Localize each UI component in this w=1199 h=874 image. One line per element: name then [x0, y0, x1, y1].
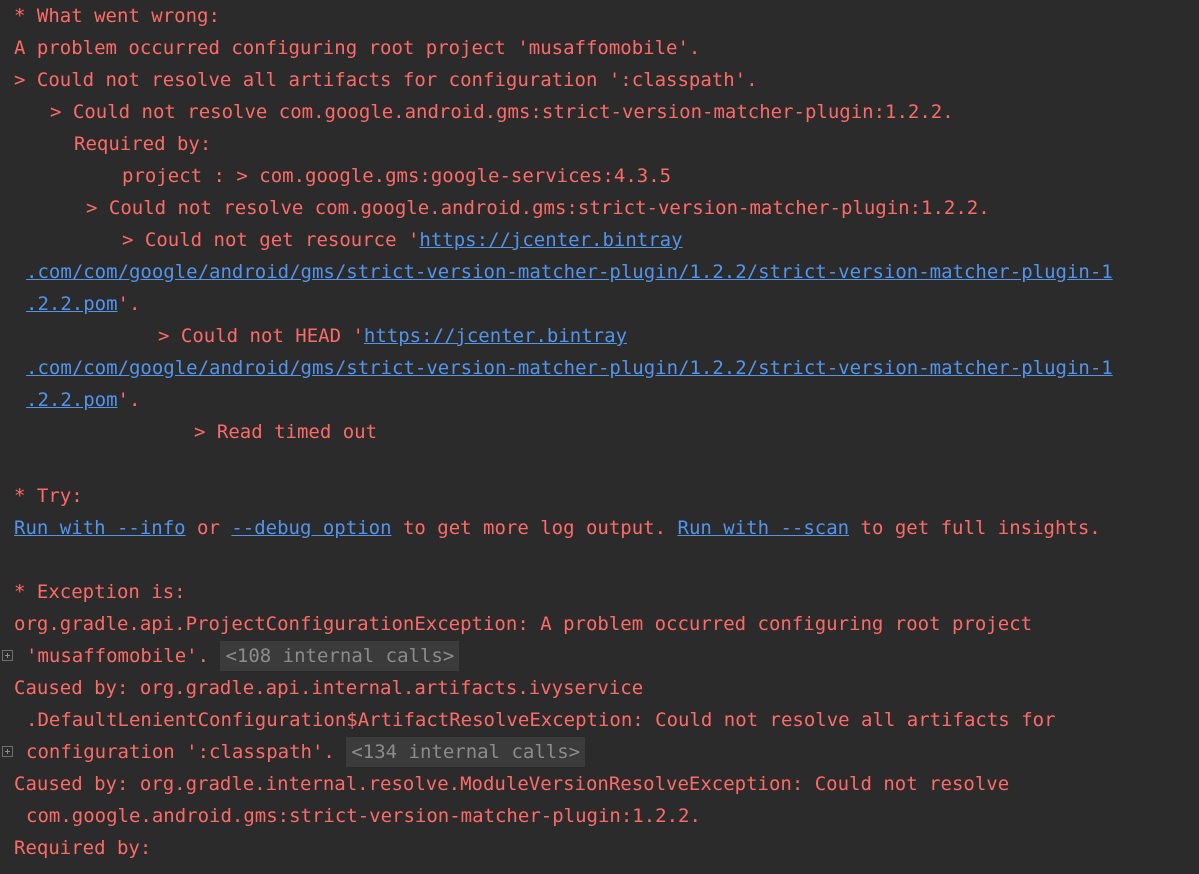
- head-url-end: .2.2.pom'.: [26, 384, 140, 416]
- project-dependency: project : > com.google.gms:google-servic…: [122, 165, 672, 187]
- caused-by-module-version: Caused by: org.gradle.internal.resolve.M…: [14, 773, 1010, 795]
- run-console-output[interactable]: * What went wrong: A problem occurred co…: [0, 0, 1199, 874]
- internal-calls-fold[interactable]: <108 internal calls>: [220, 641, 460, 671]
- required-by-label-2: Required by:: [14, 837, 152, 859]
- jcenter-head-link[interactable]: https://jcenter.bintray: [364, 325, 627, 347]
- run-with-info-link[interactable]: Run with --info: [14, 517, 186, 539]
- head-error: > Could not HEAD 'https://jcenter.bintra…: [158, 320, 627, 352]
- resolve-artifacts-error: > Could not resolve all artifacts for co…: [14, 69, 758, 91]
- get-resource-suffix: '.: [117, 293, 141, 315]
- debug-option-link[interactable]: --debug option: [231, 517, 391, 539]
- full-insights-text: to get full insights.: [849, 517, 1101, 539]
- expand-fold-icon[interactable]: [2, 746, 13, 757]
- problem-message: A problem occurred configuring root proj…: [14, 37, 701, 59]
- project-name-text: 'musaffomobile'.: [26, 645, 210, 667]
- expand-fold-icon[interactable]: [2, 650, 13, 661]
- more-log-text: to get more log output.: [391, 517, 678, 539]
- get-resource-url-end: .2.2.pom'.: [26, 288, 140, 320]
- get-resource-prefix: > Could not get resource ': [122, 229, 420, 251]
- exception-message-cont: 'musaffomobile'. <108 internal calls>: [26, 640, 460, 672]
- read-timed-out: > Read timed out: [194, 421, 378, 443]
- exception-message: org.gradle.api.ProjectConfigurationExcep…: [14, 613, 1033, 635]
- caused-by-ivyservice: Caused by: org.gradle.api.internal.artif…: [14, 677, 644, 699]
- exception-header: * Exception is:: [14, 581, 186, 603]
- or-text: or: [185, 517, 232, 539]
- caused-by-module-coordinates: com.google.android.gms:strict-version-ma…: [26, 805, 701, 827]
- jcenter-pom-link-end[interactable]: .2.2.pom: [26, 293, 118, 315]
- head-url-cont: .com/com/google/android/gms/strict-versi…: [26, 352, 1113, 384]
- resolve-plugin-error: > Could not resolve com.google.android.g…: [50, 101, 954, 123]
- caused-by-artifact-resolve: .DefaultLenientConfiguration$ArtifactRes…: [26, 709, 1056, 731]
- jcenter-pom-link[interactable]: https://jcenter.bintray: [419, 229, 682, 251]
- what-went-wrong-header: * What went wrong:: [14, 5, 220, 27]
- resolve-plugin-error-nested: > Could not resolve com.google.android.g…: [86, 197, 990, 219]
- internal-calls-fold[interactable]: <134 internal calls>: [346, 737, 586, 767]
- caused-by-configuration: configuration ':classpath'. <134 interna…: [26, 736, 586, 768]
- head-prefix: > Could not HEAD ': [158, 325, 364, 347]
- jcenter-pom-link-cont[interactable]: .com/com/google/android/gms/strict-versi…: [26, 261, 1113, 283]
- head-suffix: '.: [117, 389, 141, 411]
- run-with-scan-link[interactable]: Run with --scan: [678, 517, 850, 539]
- configuration-text: configuration ':classpath'.: [26, 741, 335, 763]
- jcenter-head-link-end[interactable]: .2.2.pom: [26, 389, 118, 411]
- required-by-label: Required by:: [74, 133, 212, 155]
- get-resource-url-cont: .com/com/google/android/gms/strict-versi…: [26, 256, 1113, 288]
- try-header: * Try:: [14, 485, 83, 507]
- get-resource-error: > Could not get resource 'https://jcente…: [122, 224, 683, 256]
- try-suggestions: Run with --info or --debug option to get…: [14, 512, 1101, 544]
- jcenter-head-link-cont[interactable]: .com/com/google/android/gms/strict-versi…: [26, 357, 1113, 379]
